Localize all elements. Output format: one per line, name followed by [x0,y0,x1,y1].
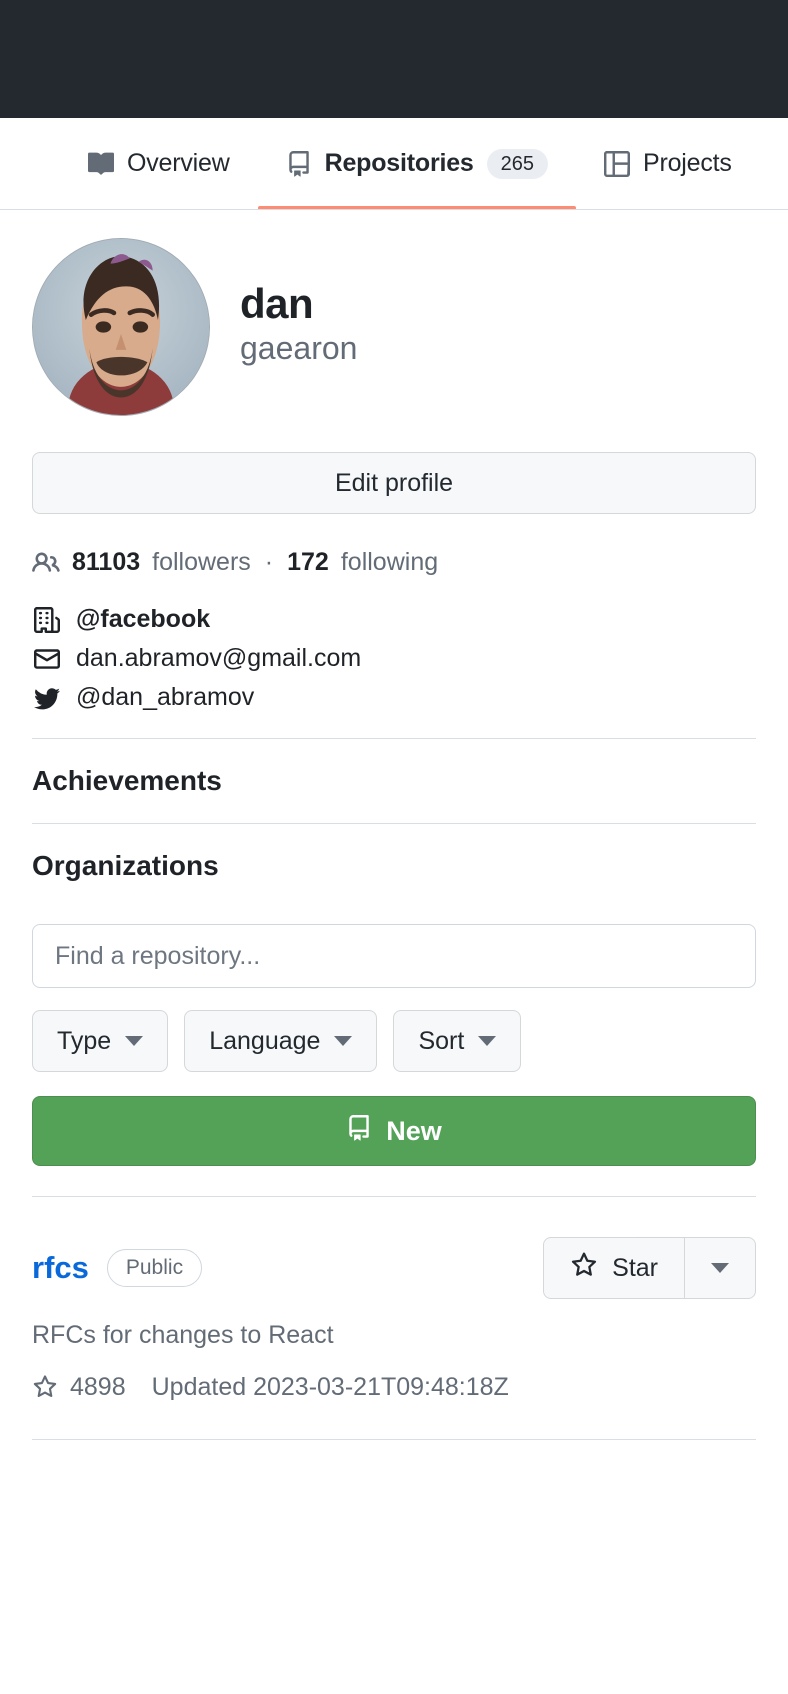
repo-icon [286,150,312,177]
repository-updated: Updated 2023-03-21T09:48:18Z [151,1372,509,1401]
browser-chrome-bar [0,0,788,118]
profile-full-name: dan [240,280,314,327]
divider-above-organizations [32,823,756,824]
profile-tab-nav: Overview Repositories 265 Projects [0,118,788,210]
new-repository-label: New [386,1115,442,1146]
organizations-heading: Organizations [32,850,219,881]
profile-header: dan gaearon [32,210,756,416]
organization-icon [32,606,62,633]
twitter-icon [32,685,62,711]
book-icon [88,151,114,177]
contact-organization-label: @facebook [76,605,211,633]
tab-repositories[interactable]: Repositories 265 [257,118,577,209]
avatar-image [33,239,209,415]
filter-sort-button[interactable]: Sort [393,1010,522,1072]
star-options-button[interactable] [684,1237,756,1299]
tab-overview[interactable]: Overview [60,118,258,209]
following-label: following [340,548,439,576]
tab-overview-label: Overview [127,149,230,177]
divider-above-achievements [32,738,756,739]
repositories-count-badge: 265 [486,148,548,179]
repository-name-link[interactable]: rfcs [32,1250,89,1286]
find-repository-input[interactable] [32,924,756,988]
filter-type-button[interactable]: Type [32,1010,169,1072]
star-icon [570,1251,598,1286]
avatar[interactable] [32,238,210,416]
followers-label: followers [152,548,251,576]
following-count[interactable]: 172 [287,548,329,577]
profile-names: dan gaearon [240,238,357,370]
star-button-group: Star [543,1237,756,1299]
repository-description: RFCs for changes to React [32,1321,334,1349]
filter-language-button[interactable]: Language [184,1010,378,1072]
filter-sort-label: Sort [418,1026,465,1055]
github-profile-page: Overview Repositories 265 Projects dan g… [0,0,788,1694]
new-repository-button[interactable]: New [32,1096,756,1166]
chevron-down-icon [711,1263,729,1273]
profile-contact-list: @facebook dan.abramov@gmail.com @dan_abr… [32,605,756,712]
filter-type-label: Type [57,1026,112,1055]
repo-filters: Type Language Sort [32,1010,756,1072]
chevron-down-icon [334,1036,353,1046]
followers-separator: · [264,548,274,576]
followers-line: 81103 followers · 172 following [32,548,756,577]
contact-twitter[interactable]: @dan_abramov [32,683,756,712]
achievements-heading: Achievements [32,765,222,796]
people-icon [32,549,60,577]
repository-title-group: rfcs Public [32,1249,203,1287]
tab-projects-label: Projects [643,149,732,177]
chevron-down-icon [125,1036,144,1046]
tab-projects[interactable]: Projects [576,118,760,209]
divider-below-repo-item [32,1439,756,1441]
mail-icon [32,646,62,672]
table-icon [604,150,630,177]
contact-organization[interactable]: @facebook [32,605,756,634]
chevron-down-icon [478,1036,497,1046]
repo-icon [346,1114,372,1148]
star-icon [32,1374,58,1400]
repository-meta: 4898 Updated 2023-03-21T09:48:18Z [32,1371,756,1404]
repository-visibility-badge: Public [106,1249,203,1287]
followers-count[interactable]: 81103 [72,548,140,577]
repository-stars[interactable]: 4898 [32,1371,126,1404]
star-button-label: Star [612,1253,658,1282]
edit-profile-button[interactable]: Edit profile [32,452,756,514]
repository-header: rfcs Public Star [32,1237,756,1299]
repository-stars-count: 4898 [70,1372,126,1401]
star-button[interactable]: Star [543,1237,684,1299]
profile-login: gaearon [240,330,358,367]
contact-email[interactable]: dan.abramov@gmail.com [32,644,756,673]
contact-twitter-label: @dan_abramov [76,683,255,711]
contact-email-label: dan.abramov@gmail.com [76,644,362,672]
profile-content: dan gaearon Edit profile 81103 followers… [0,210,788,1441]
repository-list-item: rfcs Public Star RFCs for changes to Rea… [32,1197,756,1441]
filter-language-label: Language [209,1026,321,1055]
tab-repositories-label: Repositories [324,149,474,177]
